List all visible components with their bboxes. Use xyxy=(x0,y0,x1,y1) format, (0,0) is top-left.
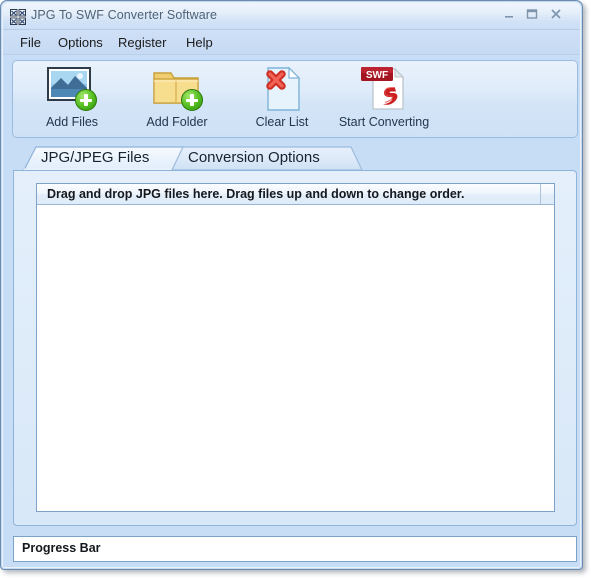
tab-page-jpg-files: Drag and drop JPG files here. Drag files… xyxy=(13,170,577,526)
window-title: JPG To SWF Converter Software xyxy=(31,8,218,22)
image-add-icon xyxy=(45,65,99,113)
column-header-secondary[interactable] xyxy=(541,184,554,204)
file-list-body[interactable] xyxy=(37,205,554,511)
clear-list-label: Clear List xyxy=(255,115,309,129)
clear-list-button[interactable]: Clear List xyxy=(234,63,330,135)
file-list-header: Drag and drop JPG files here. Drag files… xyxy=(37,184,554,205)
document-delete-icon xyxy=(258,65,306,113)
start-converting-button[interactable]: SWF Start Converting xyxy=(323,63,445,135)
progress-bar: Progress Bar xyxy=(13,536,577,562)
app-icon xyxy=(10,9,26,25)
swf-file-icon: SWF xyxy=(354,65,414,113)
file-list-view[interactable]: Drag and drop JPG files here. Drag files… xyxy=(36,183,555,512)
svg-text:SWF: SWF xyxy=(366,70,388,81)
minimize-icon xyxy=(504,16,513,18)
add-files-label: Add Files xyxy=(45,115,99,129)
menu-bar: File Options Register Help xyxy=(3,30,580,55)
progress-bar-label: Progress Bar xyxy=(22,541,101,555)
tab-jpg-files-label[interactable]: JPG/JPEG Files xyxy=(41,149,149,166)
plus-badge-icon xyxy=(75,89,97,111)
title-bar[interactable]: JPG To SWF Converter Software xyxy=(3,3,580,30)
tab-conversion-options-label[interactable]: Conversion Options xyxy=(188,149,320,166)
maximize-button[interactable] xyxy=(522,8,541,25)
close-icon xyxy=(550,9,561,19)
toolbar: Add Files Add Folder Clear List SWF Star… xyxy=(12,60,578,138)
start-converting-label: Start Converting xyxy=(338,115,430,129)
add-files-button[interactable]: Add Files xyxy=(23,63,121,135)
menu-item-file[interactable]: File xyxy=(15,34,46,51)
menu-item-help[interactable]: Help xyxy=(181,34,218,51)
window-inner-frame: JPG To SWF Converter Software File Optio… xyxy=(2,2,581,568)
plus-badge-icon xyxy=(181,89,203,111)
column-header-files[interactable]: Drag and drop JPG files here. Drag files… xyxy=(37,184,541,204)
menu-item-options[interactable]: Options xyxy=(53,34,108,51)
menu-item-register[interactable]: Register xyxy=(113,34,171,51)
close-button[interactable] xyxy=(546,8,565,25)
column-header-files-label: Drag and drop JPG files here. Drag files… xyxy=(47,187,465,201)
maximize-icon xyxy=(526,9,537,19)
add-folder-label: Add Folder xyxy=(146,115,208,129)
add-folder-button[interactable]: Add Folder xyxy=(125,63,229,135)
minimize-button[interactable] xyxy=(499,8,518,25)
tab-strip: JPG/JPEG Files Conversion Options xyxy=(13,145,577,171)
application-window: JPG To SWF Converter Software File Optio… xyxy=(0,0,583,570)
folder-add-icon xyxy=(149,65,205,113)
